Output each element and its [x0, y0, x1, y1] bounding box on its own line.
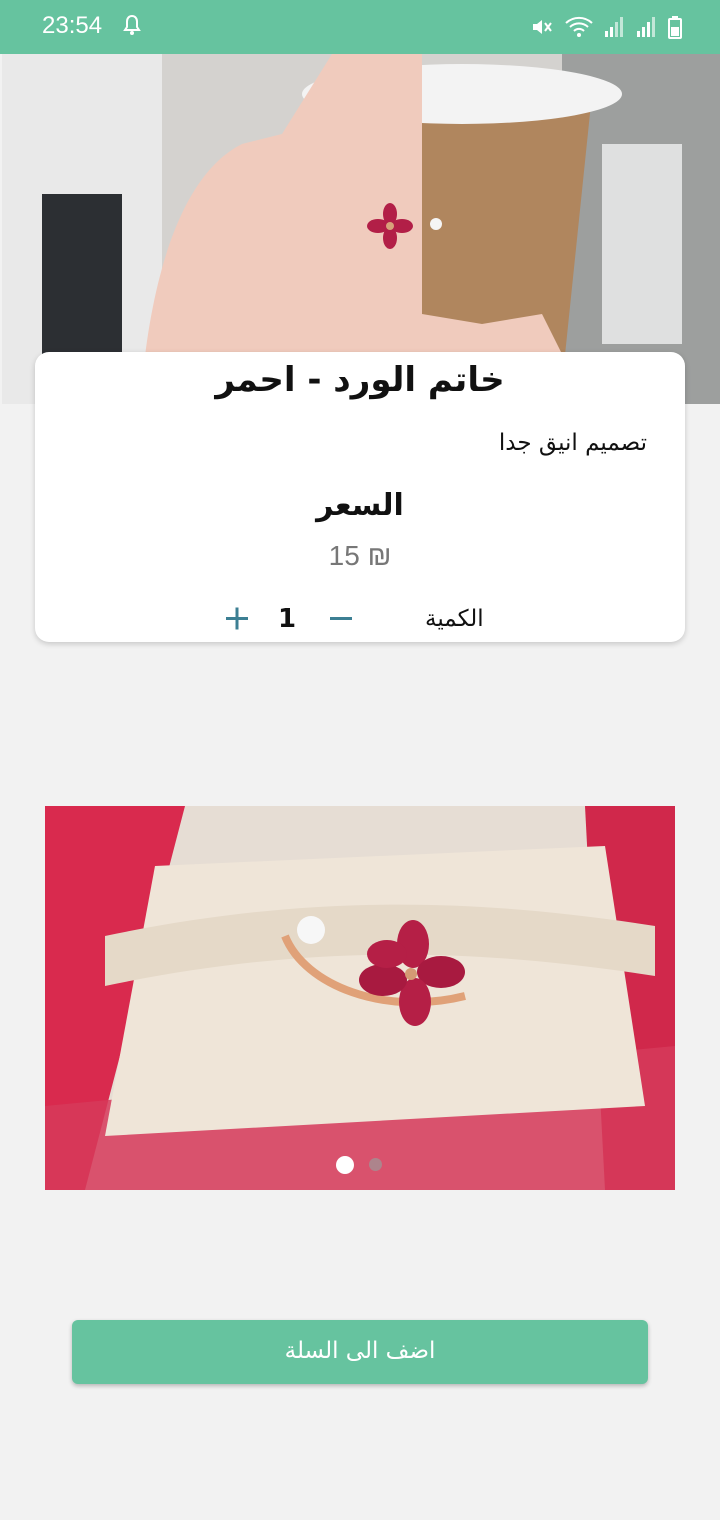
- product-title: خاتم الورد - احمر: [215, 360, 505, 400]
- plus-icon: [226, 607, 248, 630]
- quantity-value: 1: [277, 604, 297, 634]
- status-icons: [530, 13, 682, 41]
- signal-2-icon: [636, 15, 658, 39]
- wifi-icon: [564, 15, 594, 39]
- notification-bell-icon: [122, 14, 142, 36]
- quantity-label: الكمية: [425, 606, 484, 632]
- add-to-cart-button[interactable]: اضف الى السلة: [72, 1320, 648, 1384]
- price-label: السعر: [316, 488, 404, 523]
- product-image-carousel[interactable]: [45, 806, 675, 1190]
- quantity-increment-button[interactable]: [221, 598, 253, 638]
- carousel-dot-1[interactable]: [336, 1156, 354, 1174]
- product-info-card: خاتم الورد - احمر تصميم انيق جدا السعر 1…: [35, 352, 685, 642]
- quantity-decrement-button[interactable]: [325, 598, 357, 638]
- signal-icon: [604, 15, 626, 39]
- mute-icon: [530, 15, 554, 39]
- status-time: 23:54: [42, 12, 103, 39]
- carousel-dot-2[interactable]: [369, 1158, 382, 1171]
- price-value: 15 ₪: [328, 540, 392, 571]
- carousel-image: [45, 806, 675, 1190]
- status-bar: 23:54: [0, 0, 720, 54]
- battery-icon: [668, 15, 682, 39]
- product-description: تصميم انيق جدا: [498, 430, 647, 456]
- minus-icon: [330, 617, 352, 620]
